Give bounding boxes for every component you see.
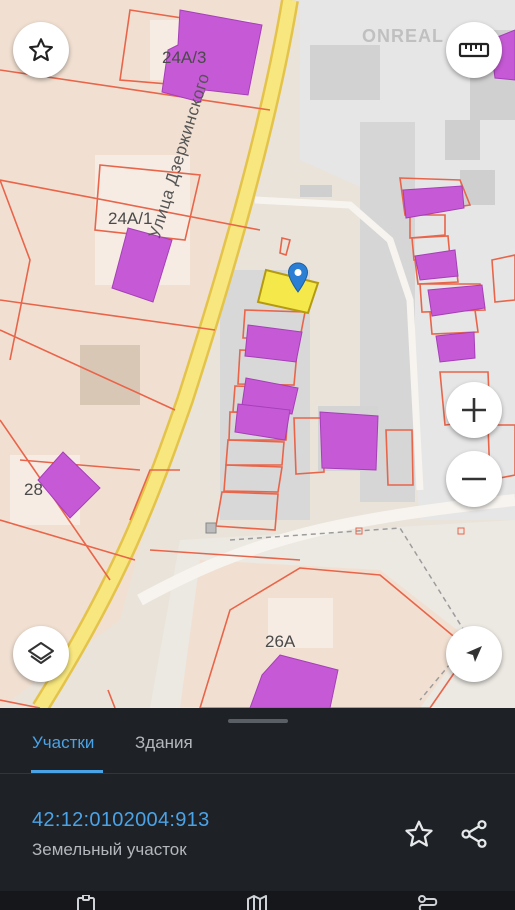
- plus-icon: [462, 398, 486, 422]
- star-outline-icon: [405, 820, 433, 847]
- zoom-out-button[interactable]: [446, 451, 502, 507]
- zoom-in-button[interactable]: [446, 382, 502, 438]
- map-canvas[interactable]: [0, 0, 515, 708]
- house-label-28: 28: [24, 480, 43, 499]
- location-pin-icon: [287, 262, 309, 293]
- minus-icon: [462, 477, 486, 481]
- parcel-type-label: Земельный участок: [32, 840, 187, 859]
- ruler-icon: [458, 42, 490, 58]
- tab-parcels[interactable]: Участки: [32, 733, 94, 753]
- ruler-button[interactable]: [446, 22, 502, 78]
- tab-buildings[interactable]: Здания: [135, 733, 193, 753]
- layers-button[interactable]: [13, 626, 69, 682]
- watermark: ONREAL: [362, 26, 444, 46]
- house-label-26a: 26А: [265, 632, 296, 651]
- share-icon: [461, 820, 487, 848]
- star-outline-icon: [28, 38, 54, 62]
- drag-handle[interactable]: [228, 719, 288, 723]
- house-label-24a1: 24А/1: [108, 209, 153, 228]
- map-icon[interactable]: [245, 895, 269, 910]
- clipboard-icon[interactable]: [74, 895, 98, 910]
- route-icon[interactable]: [416, 895, 440, 910]
- favorite-button[interactable]: [13, 22, 69, 78]
- map-view[interactable]: ONREAL 24А/3 24А/1 28 26А Улица Дзержинс…: [0, 0, 515, 708]
- layers-icon: [28, 642, 54, 664]
- bottom-navigation: [0, 891, 515, 910]
- locate-button[interactable]: [446, 626, 502, 682]
- share-button[interactable]: [458, 818, 490, 855]
- parcel-id-link[interactable]: 42:12:0102004:913: [32, 809, 210, 832]
- navigation-arrow-icon: [466, 646, 482, 662]
- favorite-parcel-button[interactable]: [403, 818, 435, 855]
- divider: [0, 773, 515, 774]
- info-sheet: Участки Здания 42:12:0102004:913 Земельн…: [0, 708, 515, 910]
